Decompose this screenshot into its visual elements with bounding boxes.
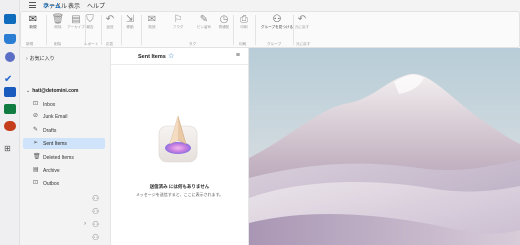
- todo-app-icon[interactable]: ✔: [4, 69, 16, 85]
- print-icon: ⎙: [240, 14, 248, 25]
- pin-button[interactable]: ✎ ピン留め: [193, 14, 215, 29]
- message-list-header: Sent Items ☆ ≡: [111, 48, 248, 65]
- folder-archive[interactable]: ▤ Archive: [23, 165, 105, 176]
- empty-state-subtitle: メッセージを送信すると、ここに表示されます。: [135, 192, 224, 197]
- archive-icon: ▤: [33, 167, 39, 173]
- group-label-undo: 元に戻す: [296, 42, 311, 46]
- junk-icon: ⊘: [33, 113, 39, 119]
- tab-help[interactable]: ヘルプ: [87, 1, 105, 10]
- flag-icon: ⚐: [173, 14, 183, 25]
- group-icon[interactable]: ⚇: [92, 207, 99, 216]
- trash-icon: 🗑: [33, 154, 41, 160]
- new-mail-button[interactable]: ✉ 新規: [22, 14, 44, 29]
- apps-grid-icon[interactable]: ⊞: [4, 138, 16, 153]
- hamburger-menu-icon[interactable]: [29, 2, 36, 8]
- folder-sent-items[interactable]: ➢ Sent Items: [23, 138, 105, 149]
- folder-junk-email[interactable]: ⊘ Junk Email: [23, 111, 105, 122]
- group-label-respond: 応答: [106, 42, 114, 46]
- tab-home[interactable]: ホーム: [42, 1, 62, 13]
- chevron-down-icon: ⌄: [26, 88, 31, 94]
- empty-folder-illustration: [158, 115, 198, 163]
- read-icon: ✉: [147, 14, 157, 25]
- snooze-button[interactable]: ◷ 再通知: [213, 14, 235, 29]
- inbox-icon: ⊡: [33, 101, 39, 107]
- pin-icon: ✎: [199, 14, 209, 25]
- calendar-app-icon[interactable]: [4, 34, 16, 44]
- reply-icon: ↶: [105, 14, 115, 25]
- favorites-header[interactable]: › お気に入り: [26, 55, 55, 62]
- powerpoint-app-icon[interactable]: [4, 121, 16, 131]
- group-label-groups: グループ: [267, 42, 282, 46]
- drafts-icon: ✎: [33, 127, 39, 133]
- reading-pane-background: [249, 48, 520, 245]
- excel-app-icon[interactable]: [4, 104, 16, 114]
- folder-deleted-items[interactable]: 🗑 Deleted Items: [23, 152, 105, 163]
- menu-bar: ファイル ホーム 表示 ヘルプ: [20, 0, 520, 13]
- undo-button[interactable]: ↶ 元に戻す: [291, 14, 313, 29]
- group-label-delete: 削除: [54, 42, 62, 46]
- mail-new-icon: ✉: [28, 14, 38, 25]
- folder-title: Sent Items: [138, 54, 166, 60]
- ribbon: ✉ 新規 🗑 削除 ▤ アーカイブ ⛉ 報告 ↶ 返信 ⇲ 移動 ✉ 既読 ⚐ …: [20, 11, 520, 48]
- folder-outbox[interactable]: ⊡ Outbox: [23, 178, 105, 189]
- mark-read-button[interactable]: ✉ 既読: [141, 14, 163, 29]
- group-label-print: 印刷: [239, 42, 247, 46]
- flag-button[interactable]: ⚐ フラグ: [167, 14, 189, 29]
- folder-drafts[interactable]: ✎ Drafts: [23, 125, 105, 136]
- move-button[interactable]: ⇲ 移動: [119, 14, 141, 29]
- outbox-icon: ⊡: [33, 180, 39, 186]
- group-label-new: 新規: [26, 42, 34, 46]
- people-app-icon[interactable]: [5, 52, 15, 62]
- empty-state-title: 送信済み には何もありません: [149, 184, 210, 189]
- send-icon: ➢: [33, 140, 39, 146]
- app-bar: ✔ ⊞: [0, 0, 20, 245]
- folder-inbox[interactable]: ⊡ Inbox: [23, 99, 105, 110]
- favorite-star-icon[interactable]: ☆: [168, 52, 174, 60]
- filter-icon[interactable]: ≡: [236, 52, 240, 59]
- desert-landscape-image: [249, 48, 520, 245]
- folder-pane: › お気に入り ⌄ hati@detomini.com ⊡ Inbox ⊘ Junk…: [20, 48, 110, 245]
- snooze-icon: ◷: [219, 14, 229, 25]
- groups-icon: ⚇: [272, 14, 282, 25]
- group-icon[interactable]: ⚇: [92, 194, 99, 203]
- find-groups-button[interactable]: ⚇ グループを見つける: [259, 14, 295, 29]
- report-icon: ⛉: [86, 14, 94, 25]
- mail-app-icon[interactable]: [4, 14, 16, 24]
- report-button[interactable]: ⛉ 報告: [79, 14, 101, 29]
- chevron-right-icon: ›: [26, 56, 28, 62]
- message-list-pane: Sent Items ☆ ≡ 送信済み には何もありません メッセージを送信する…: [110, 48, 249, 245]
- divider: [255, 15, 256, 45]
- group-icon[interactable]: ⚇: [92, 220, 99, 229]
- group-icon[interactable]: ⚇: [92, 233, 99, 242]
- account-header[interactable]: ⌄ hati@detomini.com: [26, 88, 78, 94]
- word-app-icon[interactable]: [4, 87, 16, 97]
- chevron-right-icon[interactable]: ›: [84, 221, 86, 227]
- print-button[interactable]: ⎙ 印刷: [233, 14, 255, 29]
- group-label-tags: タグ: [189, 42, 197, 46]
- group-label-report: レポート: [84, 42, 99, 46]
- tab-view[interactable]: 表示: [68, 1, 80, 10]
- undo-icon: ↶: [297, 14, 307, 25]
- move-icon: ⇲: [125, 14, 135, 25]
- reply-button[interactable]: ↶ 返信: [99, 14, 121, 29]
